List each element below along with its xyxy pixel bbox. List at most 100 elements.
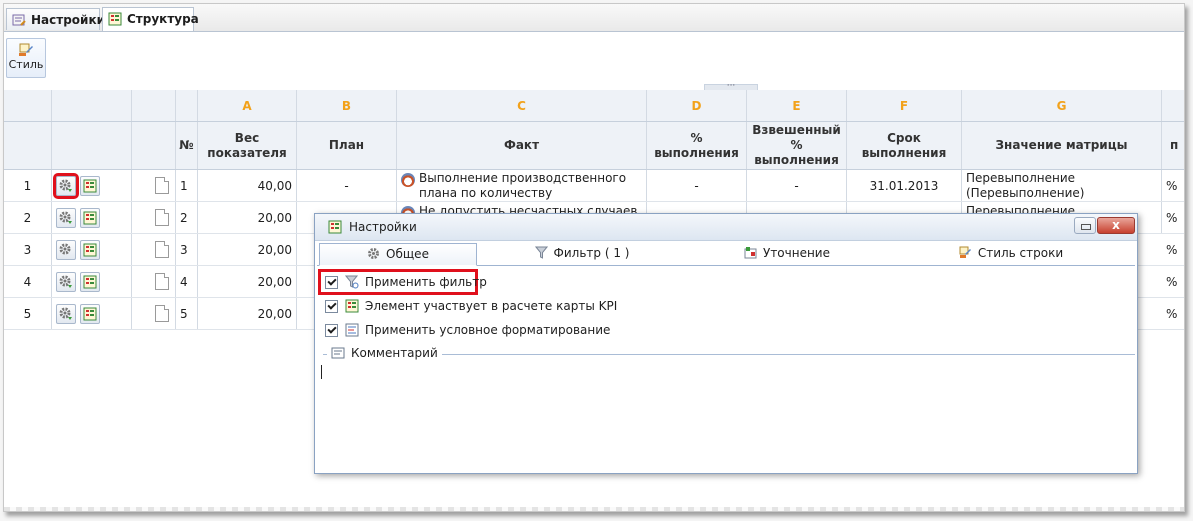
- document-icon[interactable]: [155, 241, 169, 258]
- row-settings-button[interactable]: [56, 239, 76, 260]
- conditional-format-label: Применить условное форматирование: [365, 323, 611, 337]
- filter-funnel-icon: [534, 246, 548, 259]
- row-next: %: [1166, 306, 1178, 321]
- gear-icon: [368, 248, 380, 259]
- header-matrix-value[interactable]: Значение матрицы: [962, 122, 1162, 169]
- column-letter: B: [297, 90, 397, 121]
- header-weighted-percent[interactable]: Взвешенный % выполнения: [747, 122, 847, 169]
- tab-structure[interactable]: Структура: [102, 7, 199, 31]
- row-next: %: [1166, 242, 1178, 257]
- row-num: 2: [176, 202, 198, 233]
- row-matrix-value: Перевыполнение (Перевыполнение): [962, 170, 1162, 201]
- row-structure-button[interactable]: [80, 303, 100, 324]
- kpi-participation-checkbox[interactable]: [325, 299, 338, 313]
- header-num[interactable]: №: [176, 122, 198, 169]
- row-next: %: [1166, 178, 1178, 193]
- row-index: 3: [4, 234, 52, 265]
- structure-tab-icon: [108, 12, 122, 26]
- header-next-column[interactable]: п: [1162, 122, 1184, 169]
- tab-settings[interactable]: Настройки: [6, 8, 105, 30]
- row-index: 4: [4, 266, 52, 297]
- column-letter: E: [747, 90, 847, 121]
- comment-text-area[interactable]: [321, 365, 322, 379]
- row-weight: 20,00: [198, 202, 297, 233]
- row-structure-button[interactable]: [80, 271, 100, 292]
- apply-filter-label: Применить фильтр: [365, 275, 487, 289]
- header-deadline[interactable]: Срок выполнения: [847, 122, 962, 169]
- row-structure-button[interactable]: [80, 239, 100, 260]
- row-weight: 20,00: [198, 234, 297, 265]
- comment-label: Комментарий: [351, 346, 438, 360]
- style-button-label: Стиль: [8, 58, 44, 71]
- row-next: %: [1166, 274, 1178, 289]
- header-percent[interactable]: % выполнения: [647, 122, 747, 169]
- header-fact[interactable]: Факт: [397, 122, 647, 169]
- column-letter: A: [198, 90, 297, 121]
- dialog-close-button[interactable]: x: [1097, 217, 1135, 234]
- style-brush-icon: [959, 246, 971, 258]
- row-num: 5: [176, 298, 198, 329]
- conditional-format-checkbox[interactable]: [325, 323, 338, 337]
- toolbar: Стиль: [4, 32, 1184, 87]
- row-structure-button[interactable]: [80, 175, 100, 196]
- dialog-title-bar[interactable]: Настройки x: [315, 214, 1137, 241]
- document-icon[interactable]: [155, 209, 169, 226]
- header-plan[interactable]: План: [297, 122, 397, 169]
- document-icon[interactable]: [155, 273, 169, 290]
- row-settings-button[interactable]: [56, 303, 76, 324]
- app-window: Настройки Структура Стиль ··· A B C D E …: [3, 3, 1185, 512]
- document-icon[interactable]: [155, 177, 169, 194]
- dialog-tab-row-style-label: Стиль строки: [977, 246, 1064, 260]
- dialog-title: Настройки: [349, 220, 417, 234]
- gauge-icon: [401, 172, 415, 187]
- style-button[interactable]: Стиль: [6, 38, 46, 78]
- kpi-participation-label: Элемент участвует в расчете карты KPI: [365, 299, 618, 313]
- row-weighted-percent: -: [747, 170, 847, 201]
- document-icon[interactable]: [155, 305, 169, 322]
- dialog-tab-filter-label: Фильтр ( 1 ): [553, 246, 630, 260]
- row-deadline: 31.01.2013: [847, 170, 962, 201]
- dialog-tab-refinement-label: Уточнение: [763, 246, 830, 260]
- structure-icon: [83, 275, 97, 288]
- structure-icon: [83, 179, 97, 192]
- settings-dialog: Настройки x Общее Фильтр ( 1 ) Уточнение…: [314, 213, 1138, 474]
- row-percent: -: [647, 170, 747, 201]
- dialog-restore-button[interactable]: [1074, 217, 1096, 234]
- row-settings-button[interactable]: [56, 271, 76, 292]
- row-num: 4: [176, 266, 198, 297]
- row-weight: 20,00: [198, 298, 297, 329]
- table-row[interactable]: 1 1 40,00 - Выполнение производственного…: [4, 170, 1184, 202]
- row-settings-button[interactable]: [53, 172, 79, 199]
- refinement-icon: [744, 247, 757, 259]
- column-letter: G: [962, 90, 1162, 121]
- structure-icon: [83, 243, 97, 256]
- row-structure-button[interactable]: [80, 207, 100, 228]
- row-index: 2: [4, 202, 52, 233]
- apply-filter-checkbox[interactable]: [325, 275, 338, 289]
- dialog-tab-refinement[interactable]: Уточнение: [687, 243, 887, 265]
- tab-structure-label: Структура: [127, 12, 199, 26]
- dialog-tab-general[interactable]: Общее: [319, 243, 477, 266]
- structure-icon: [345, 299, 359, 313]
- filter-funnel-icon: [345, 275, 359, 289]
- column-letter: D: [647, 90, 747, 121]
- column-headers-row: № Вес показателя План Факт % выполнения …: [4, 122, 1184, 170]
- comment-icon: [331, 347, 345, 359]
- row-index: 5: [4, 298, 52, 329]
- structure-icon: [328, 220, 342, 234]
- style-brush-icon: [19, 43, 33, 56]
- comment-section: Комментарий: [323, 346, 1135, 364]
- kpi-participation-option[interactable]: Элемент участвует в расчете карты KPI: [325, 296, 617, 316]
- structure-icon: [83, 211, 97, 224]
- conditional-format-option[interactable]: Применить условное форматирование: [325, 320, 610, 340]
- dialog-tab-row-style[interactable]: Стиль строки: [889, 243, 1133, 265]
- column-letter: F: [847, 90, 962, 121]
- header-weight[interactable]: Вес показателя: [198, 122, 297, 169]
- apply-filter-option[interactable]: Применить фильтр: [325, 272, 487, 292]
- row-settings-button[interactable]: [56, 207, 76, 228]
- dialog-tab-filter[interactable]: Фильтр ( 1 ): [479, 243, 685, 265]
- dialog-tab-strip: Общее Фильтр ( 1 ) Уточнение Стиль строк…: [317, 243, 1135, 266]
- gear-icon: [59, 307, 72, 320]
- dialog-tab-general-label: Общее: [386, 247, 429, 261]
- settings-tab-icon: [12, 14, 26, 26]
